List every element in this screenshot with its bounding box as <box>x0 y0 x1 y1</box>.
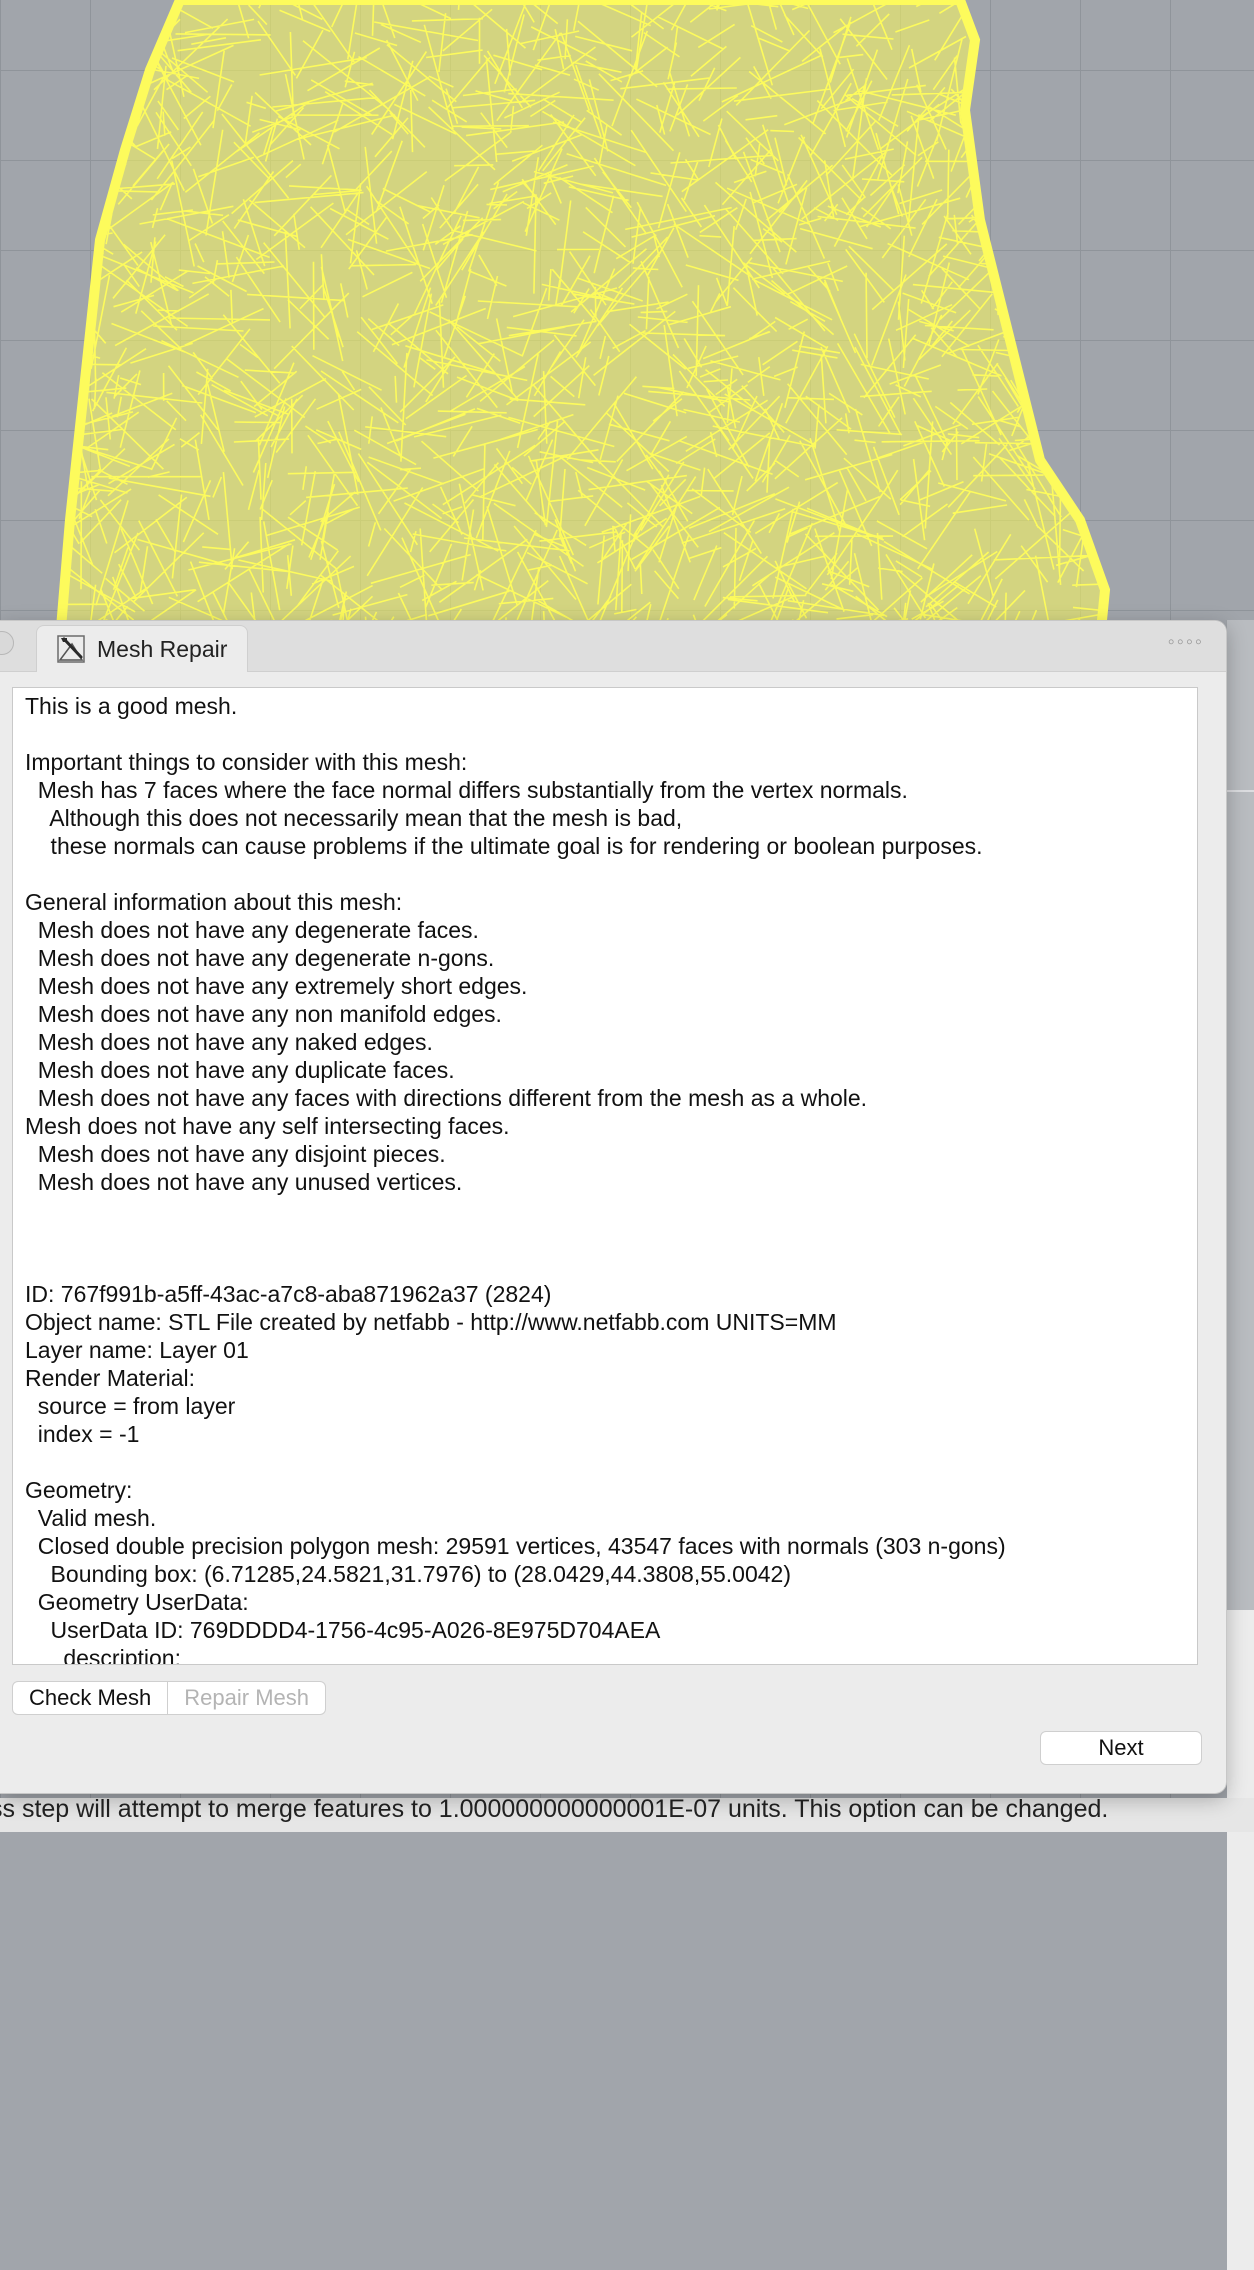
report-line: Mesh does not have any degenerate n-gons… <box>25 945 495 971</box>
mesh-report-text-area[interactable]: This is a good mesh. Important things to … <box>12 687 1198 1665</box>
report-line: Mesh does not have any duplicate faces. <box>25 1057 455 1083</box>
report-line <box>25 720 1197 748</box>
report-line: Mesh does not have any self intersecting… <box>25 1113 510 1139</box>
report-line: Mesh does not have any unused vertices. <box>25 1169 463 1195</box>
report-line: Geometry: <box>25 1477 133 1503</box>
report-line <box>25 1448 1197 1476</box>
report-line: Mesh does not have any degenerate faces. <box>25 917 479 943</box>
tab-mesh-repair[interactable]: Mesh Repair <box>36 625 248 672</box>
report-line: Geometry UserData: <box>25 1589 249 1615</box>
side-panel-divider <box>1227 790 1254 792</box>
mesh-repair-icon <box>57 635 85 663</box>
panel-tab-bar: Mesh Repair ◦◦◦◦ <box>0 621 1226 672</box>
report-lines: This is a good mesh. Important things to … <box>13 688 1197 1665</box>
panel-options-handle[interactable]: ◦◦◦◦ <box>1168 631 1204 654</box>
status-message: ss step will attempt to merge features t… <box>0 1798 1254 1832</box>
side-panel-lower <box>1227 1610 1254 2270</box>
report-line: Bounding box: (6.71285,24.5821,31.7976) … <box>25 1561 792 1587</box>
report-line: Important things to consider with this m… <box>25 749 468 775</box>
report-line: ID: 767f991b-a5ff-43ac-a7c8-aba871962a37… <box>25 1281 552 1307</box>
side-panel-edge <box>1226 620 1254 2270</box>
report-line: Mesh does not have any non manifold edge… <box>25 1001 502 1027</box>
report-line <box>25 1224 1197 1252</box>
report-line: these normals can cause problems if the … <box>25 833 983 859</box>
next-button[interactable]: Next <box>1040 1731 1202 1765</box>
report-line: Object name: STL File created by netfabb… <box>25 1309 837 1335</box>
report-line: General information about this mesh: <box>25 889 403 915</box>
mesh-action-buttons: Check Mesh Repair Mesh <box>12 1681 326 1715</box>
report-line: Layer name: Layer 01 <box>25 1337 249 1363</box>
mesh-wireframe <box>54 0 1111 640</box>
report-line <box>25 860 1197 888</box>
report-line: Mesh does not have any naked edges. <box>25 1029 433 1055</box>
report-line <box>25 1252 1197 1280</box>
repair-mesh-button[interactable]: Repair Mesh <box>168 1681 326 1715</box>
report-line: Mesh does not have any disjoint pieces. <box>25 1141 446 1167</box>
report-line: Mesh does not have any faces with direct… <box>25 1085 868 1111</box>
report-line: Although this does not necessarily mean … <box>25 805 683 831</box>
report-line: UserData ID: 769DDDD4-1756-4c95-A026-8E9… <box>25 1617 661 1643</box>
report-line: index = -1 <box>25 1421 140 1447</box>
report-line: Mesh has 7 faces where the face normal d… <box>25 777 908 803</box>
report-line: Render Material: <box>25 1365 196 1391</box>
report-line: Mesh does not have any extremely short e… <box>25 973 528 999</box>
report-line: Closed double precision polygon mesh: 29… <box>25 1533 1006 1559</box>
status-message-text: ss step will attempt to merge features t… <box>0 1798 1109 1823</box>
report-line: source = from layer <box>25 1393 236 1419</box>
check-mesh-button[interactable]: Check Mesh <box>12 1681 169 1715</box>
mesh-repair-panel: Mesh Repair ◦◦◦◦ This is a good mesh. Imp… <box>0 620 1227 1794</box>
report-line: description: <box>25 1645 181 1665</box>
tab-label: Mesh Repair <box>97 635 228 662</box>
report-line: Valid mesh. <box>25 1505 157 1531</box>
report-line <box>25 1196 1197 1224</box>
report-line: This is a good mesh. <box>25 693 238 719</box>
